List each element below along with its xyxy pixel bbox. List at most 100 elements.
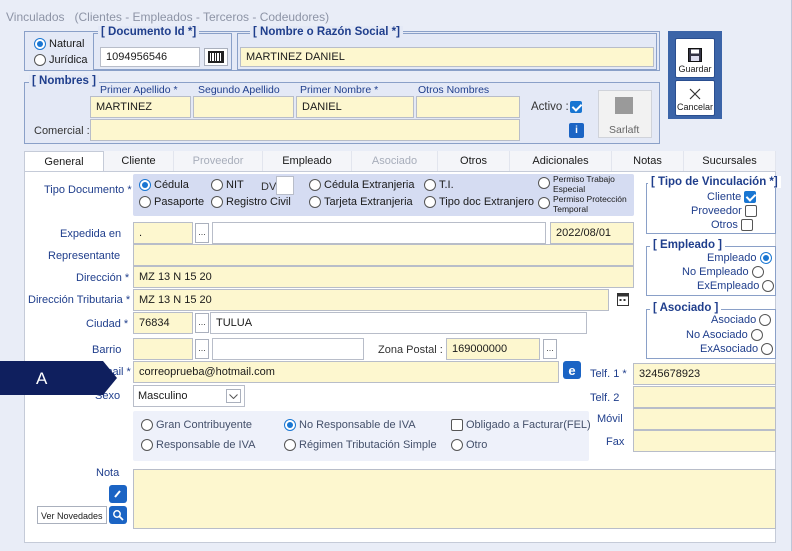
movil-input[interactable]: [633, 408, 776, 430]
vinculacion-otros-box[interactable]: [740, 219, 753, 231]
radio-registro-civil-dot[interactable]: [211, 196, 223, 208]
telf2-input[interactable]: [633, 386, 776, 408]
radio-natural-dot[interactable]: [34, 38, 46, 50]
zona-postal-input[interactable]: 169000000: [446, 338, 540, 360]
radio-tarjeta-extranjeria[interactable]: Tarjeta Extranjeria: [309, 196, 413, 208]
radio-ti-dot[interactable]: [424, 179, 436, 191]
radio-nit[interactable]: NIT: [211, 179, 244, 191]
vinculacion-proveedor[interactable]: Proveedor: [691, 205, 757, 217]
radio-ti[interactable]: T.I.: [424, 179, 454, 191]
radio-no-responsable-iva[interactable]: No Responsable de IVA: [284, 419, 416, 431]
barrio-name-input[interactable]: [212, 338, 364, 360]
attach-icon[interactable]: [109, 485, 127, 503]
radio-cedula-dot[interactable]: [139, 179, 151, 191]
radio-gran-contribuyente[interactable]: Gran Contribuyente: [141, 419, 252, 431]
tab-cliente[interactable]: Cliente: [104, 151, 174, 171]
zona-postal-lookup-button[interactable]: ...: [543, 339, 557, 359]
primer-apellido-input[interactable]: MARTINEZ: [90, 96, 191, 118]
cancelar-button[interactable]: Cancelar: [675, 80, 715, 116]
expedida-date-input[interactable]: 2022/08/01: [550, 222, 634, 244]
radio-permiso-proteccion[interactable]: Permiso Protección Temporal: [538, 194, 643, 214]
tab-adicionales[interactable]: Adicionales: [510, 151, 612, 171]
calendar-icon[interactable]: [616, 291, 630, 307]
tab-notas[interactable]: Notas: [612, 151, 684, 171]
direccion-tributaria-input[interactable]: MZ 13 N 15 20: [133, 289, 609, 311]
chevron-down-icon[interactable]: [226, 389, 241, 403]
radio-permiso-trabajo[interactable]: Permiso Trabajo Especial: [538, 174, 635, 194]
nota-textarea[interactable]: [133, 469, 776, 529]
dv-input[interactable]: [276, 176, 294, 195]
radio-ex-empleado[interactable]: ExEmpleado: [697, 280, 775, 292]
radio-responsable-iva-dot[interactable]: [141, 439, 153, 451]
tab-sucursales[interactable]: Sucursales: [684, 151, 776, 171]
radio-tipo-doc-extranjero[interactable]: Tipo doc Extranjero: [424, 196, 534, 208]
radio-tarjeta-extranjeria-dot[interactable]: [309, 196, 321, 208]
radio-otro[interactable]: Otro: [451, 439, 487, 451]
tab-asociado[interactable]: Asociado: [352, 151, 438, 171]
email-input[interactable]: correoprueba@hotmail.com: [133, 361, 559, 383]
radio-natural[interactable]: Natural: [34, 38, 84, 50]
radio-no-asociado[interactable]: No Asociado: [686, 329, 763, 341]
vinculacion-proveedor-box[interactable]: [744, 205, 757, 217]
radio-nit-dot[interactable]: [211, 179, 223, 191]
tab-proveedor[interactable]: Proveedor: [174, 151, 263, 171]
ver-novedades-button[interactable]: Ver Novedades: [37, 506, 107, 524]
activo-checkbox[interactable]: [570, 101, 582, 113]
radio-asociado-dot[interactable]: [759, 314, 772, 326]
radio-asociado[interactable]: Asociado: [711, 314, 772, 326]
tab-empleado[interactable]: Empleado: [263, 151, 352, 171]
documento-input[interactable]: 1094956546: [100, 47, 200, 67]
comercial-input[interactable]: [90, 119, 520, 141]
radio-regimen-simple[interactable]: Régimen Tributación Simple: [284, 439, 437, 451]
radio-no-empleado-dot[interactable]: [751, 266, 764, 278]
radio-permiso-proteccion-dot[interactable]: [538, 197, 550, 209]
fax-input[interactable]: [633, 430, 776, 452]
radio-responsable-iva[interactable]: Responsable de IVA: [141, 439, 255, 451]
radio-cedula-extranjeria-dot[interactable]: [309, 179, 321, 191]
tab-general[interactable]: General: [24, 151, 104, 171]
email-icon[interactable]: e: [563, 361, 581, 379]
direccion-input[interactable]: MZ 13 N 15 20: [133, 266, 634, 288]
radio-ex-asociado[interactable]: ExAsociado: [700, 343, 774, 355]
radio-regimen-simple-dot[interactable]: [284, 439, 296, 451]
guardar-button[interactable]: Guardar: [675, 38, 715, 78]
search-icon[interactable]: [109, 506, 127, 524]
radio-juridica[interactable]: Jurídica: [34, 54, 88, 66]
expedida-name-input[interactable]: [212, 222, 546, 244]
ciudad-lookup-button[interactable]: ...: [195, 313, 209, 333]
ciudad-code-input[interactable]: 76834: [133, 312, 193, 334]
radio-cedula[interactable]: Cédula: [139, 179, 189, 191]
radio-tipo-doc-extranjero-dot[interactable]: [424, 196, 436, 208]
ciudad-name-input[interactable]: TULUA: [210, 312, 587, 334]
radio-gran-contribuyente-dot[interactable]: [141, 419, 153, 431]
barcode-icon[interactable]: [204, 48, 228, 66]
obligado-facturar-box[interactable]: [451, 419, 463, 431]
barrio-code-input[interactable]: [133, 338, 193, 360]
radio-empleado-dot[interactable]: [759, 252, 772, 264]
vinculacion-otros[interactable]: Otros: [711, 219, 753, 231]
radio-pasaporte[interactable]: Pasaporte: [139, 196, 204, 208]
radio-registro-civil[interactable]: Registro Civil: [211, 196, 291, 208]
radio-no-asociado-dot[interactable]: [750, 329, 763, 341]
radio-juridica-dot[interactable]: [34, 54, 46, 66]
telf1-input[interactable]: 3245678923: [633, 363, 776, 385]
razon-social-input[interactable]: MARTINEZ DANIEL: [240, 47, 654, 67]
vinculacion-cliente[interactable]: Cliente: [707, 191, 757, 203]
primer-nombre-input[interactable]: DANIEL: [296, 96, 414, 118]
radio-no-responsable-iva-dot[interactable]: [284, 419, 296, 431]
radio-ex-asociado-dot[interactable]: [761, 343, 774, 355]
expedida-code-input[interactable]: .: [133, 222, 193, 244]
obligado-facturar-checkbox[interactable]: Obligado a Facturar(FEL): [451, 419, 591, 431]
info-icon[interactable]: i: [569, 123, 584, 138]
radio-otro-dot[interactable]: [451, 439, 463, 451]
segundo-apellido-input[interactable]: [193, 96, 294, 118]
expedida-lookup-button[interactable]: ...: [195, 223, 209, 243]
radio-pasaporte-dot[interactable]: [139, 196, 151, 208]
radio-empleado[interactable]: Empleado: [707, 252, 772, 264]
otros-nombres-input[interactable]: [416, 96, 520, 118]
radio-ex-empleado-dot[interactable]: [762, 280, 775, 292]
tab-otros[interactable]: Otros: [438, 151, 510, 171]
representante-input[interactable]: [133, 244, 634, 266]
radio-permiso-trabajo-dot[interactable]: [538, 177, 550, 189]
barrio-lookup-button[interactable]: ...: [195, 339, 209, 359]
